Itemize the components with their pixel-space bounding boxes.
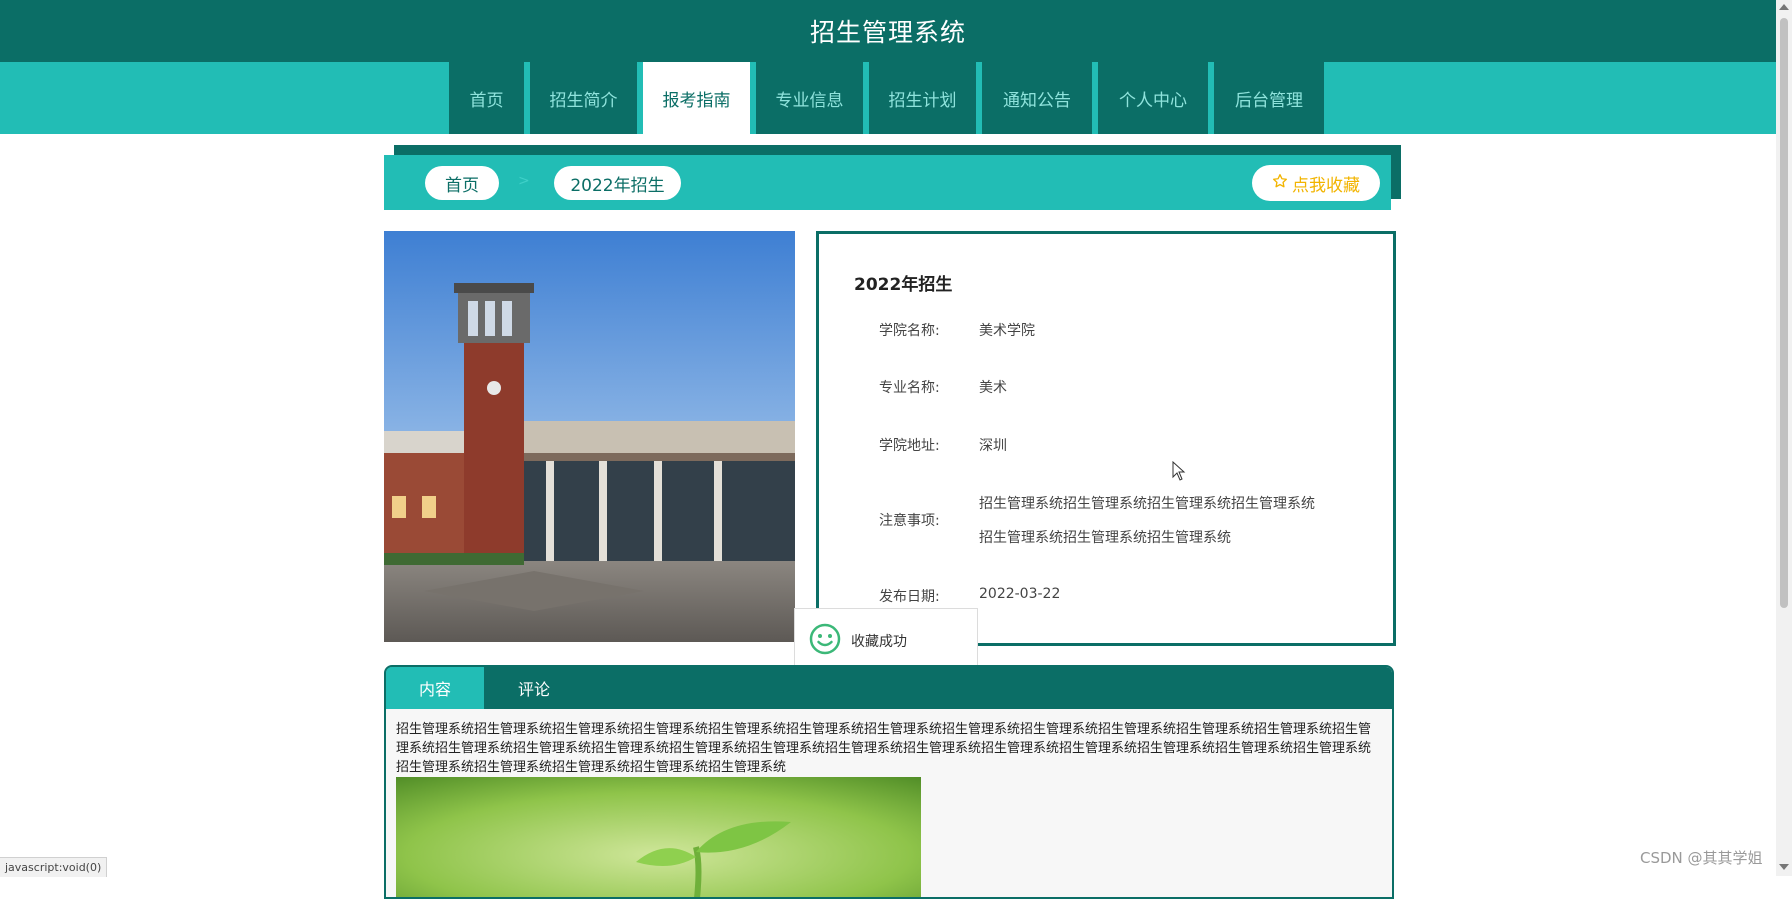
browser-status-bar: javascript:void(0) (0, 857, 108, 877)
nav-item-major-info[interactable]: 专业信息 (756, 62, 863, 134)
mouse-cursor-icon (1172, 460, 1186, 485)
publish-date-value: 2022-03-22 (979, 586, 1061, 602)
major-name-label: 专业名称: (879, 380, 940, 396)
breadcrumb-current[interactable]: 2022年招生 (554, 166, 681, 200)
content-body-text: 招生管理系统招生管理系统招生管理系统招生管理系统招生管理系统招生管理系统招生管理… (396, 722, 1372, 775)
notes-value-line2: 招生管理系统招生管理系统招生管理系统 (979, 530, 1231, 546)
publish-date-label: 发布日期: (879, 589, 940, 605)
toast-message: 收藏成功 (851, 634, 907, 650)
breadcrumb-home[interactable]: 首页 (425, 166, 499, 200)
page-scrollbar[interactable] (1776, 0, 1792, 876)
scrollbar-thumb[interactable] (1780, 18, 1788, 608)
college-address-value: 深圳 (979, 438, 1007, 454)
notes-value-line1: 招生管理系统招生管理系统招生管理系统招生管理系统 (979, 496, 1315, 512)
tab-comments[interactable]: 评论 (484, 667, 584, 709)
nav-item-home[interactable]: 首页 (449, 62, 524, 134)
nav-item-admin[interactable]: 后台管理 (1214, 62, 1324, 134)
scroll-down-arrow-icon[interactable] (1779, 864, 1789, 870)
site-title-bar: 招生管理系统 (0, 0, 1776, 62)
college-name-label: 学院名称: (879, 323, 940, 339)
scroll-up-arrow-icon[interactable] (1779, 4, 1789, 10)
campus-photo (384, 231, 795, 642)
college-address-label: 学院地址: (879, 438, 940, 454)
detail-panel: 2022年招生 学院名称: 美术学院 专业名称: 美术 学院地址: 深圳 注意事… (816, 231, 1396, 646)
nav-item-admission-intro[interactable]: 招生简介 (530, 62, 637, 134)
favorite-label: 点我收藏 (1292, 175, 1360, 196)
watermark: CSDN @其其学姐 (1640, 849, 1763, 867)
smile-icon (809, 623, 841, 659)
detail-title: 2022年招生 (854, 275, 953, 295)
notes-label: 注意事项: (879, 513, 940, 529)
main-nav: 首页 招生简介 报考指南 专业信息 招生计划 通知公告 个人中心 后台管理 (449, 62, 1324, 134)
breadcrumb: 首页 > 2022年招生 点我收藏 (384, 155, 1391, 210)
nav-item-application-guide[interactable]: 报考指南 (643, 62, 750, 134)
content-sprout-image (396, 777, 921, 897)
site-title: 招生管理系统 (809, 18, 966, 47)
nav-item-notices[interactable]: 通知公告 (982, 62, 1092, 134)
major-name-value: 美术 (979, 380, 1007, 396)
breadcrumb-separator: > (518, 173, 530, 189)
main-nav-bar: 首页 招生简介 报考指南 专业信息 招生计划 通知公告 个人中心 后台管理 (0, 62, 1776, 134)
tab-content[interactable]: 内容 (386, 667, 484, 709)
content-tabs-panel: 内容 评论 招生管理系统招生管理系统招生管理系统招生管理系统招生管理系统招生管理… (384, 665, 1394, 899)
tabs-header: 内容 评论 (386, 667, 1392, 709)
nav-item-admission-plan[interactable]: 招生计划 (869, 62, 976, 134)
favorite-button[interactable]: 点我收藏 (1252, 165, 1380, 201)
nav-item-personal-center[interactable]: 个人中心 (1098, 62, 1208, 134)
college-name-value: 美术学院 (979, 323, 1035, 339)
star-outline-icon (1272, 173, 1288, 194)
